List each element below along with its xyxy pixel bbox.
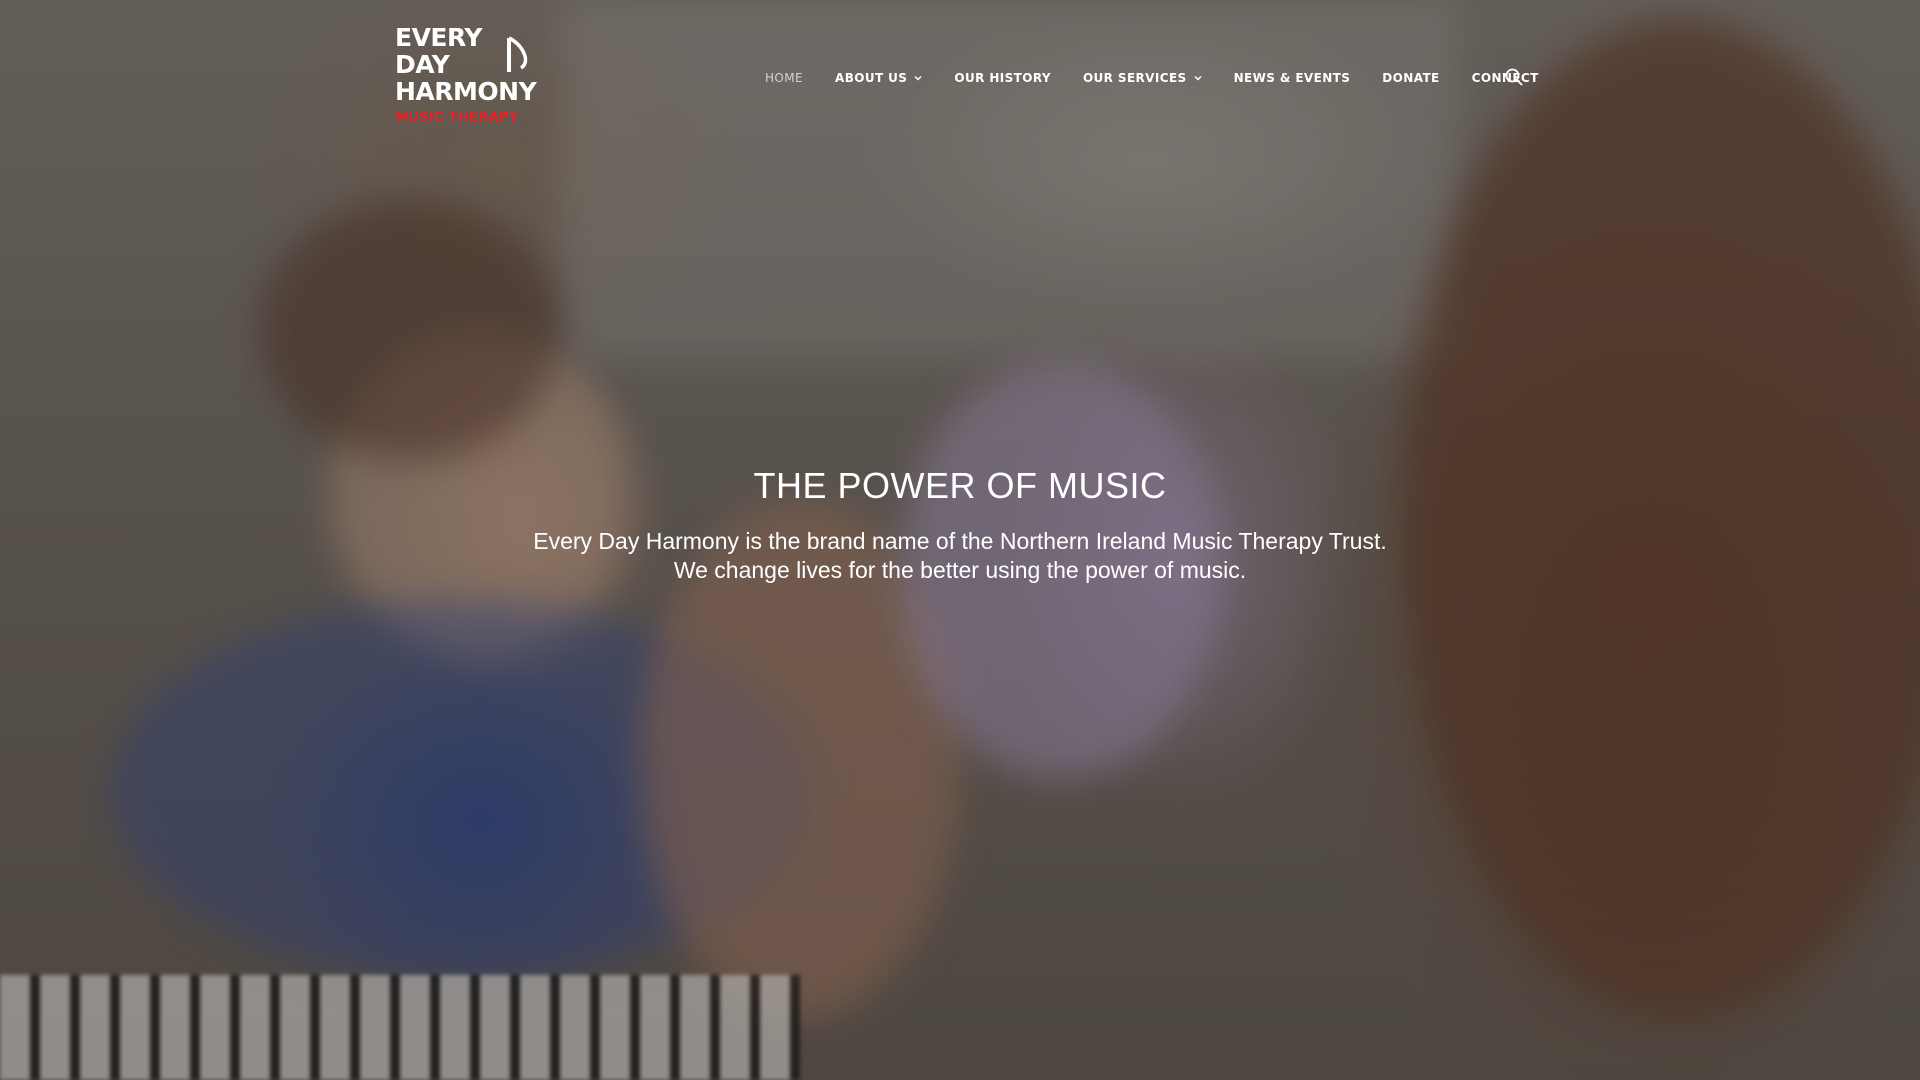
- nav-item-donate[interactable]: DONATE: [1382, 71, 1439, 85]
- search-button[interactable]: [1504, 67, 1524, 87]
- nav-item-label: ABOUT US: [835, 71, 908, 85]
- main-navigation: HOME ABOUT US OUR HISTORY OUR SERVICES N…: [765, 67, 1571, 89]
- nav-item-home[interactable]: HOME: [765, 71, 803, 85]
- hero-description-line2: We change lives for the better using the…: [673, 557, 1247, 583]
- hero-description-line1: Every Day Harmony is the brand name of t…: [533, 528, 1387, 554]
- hero-title: THE POWER OF MUSIC: [753, 465, 1167, 506]
- nav-item-label: OUR HISTORY: [954, 71, 1051, 85]
- logo-line-day: DAY: [395, 50, 450, 79]
- nav-item-label: OUR SERVICES: [1082, 71, 1187, 85]
- hero-content: THE POWER OF MUSIC Every Day Harmony is …: [0, 465, 1920, 585]
- site-logo[interactable]: EVERY DAY HARMONY MUSIC THERAPY: [395, 24, 560, 128]
- chevron-down-icon: [914, 75, 922, 81]
- nav-item-news-events[interactable]: NEWS & EVENTS: [1234, 71, 1351, 85]
- hero-section: EVERY DAY HARMONY MUSIC THERAPY HOME ABO…: [0, 0, 1920, 1080]
- logo-subtitle: MUSIC THERAPY: [395, 110, 519, 125]
- logo-line-every: EVERY: [395, 23, 483, 52]
- logo-line-harmony: HARMONY: [395, 77, 537, 106]
- search-icon: [1505, 68, 1523, 86]
- chevron-down-icon: [1194, 75, 1202, 81]
- site-header: EVERY DAY HARMONY MUSIC THERAPY HOME ABO…: [0, 0, 1920, 150]
- nav-item-label: DONATE: [1382, 71, 1440, 85]
- nav-item-about-us[interactable]: ABOUT US: [835, 71, 922, 85]
- hero-description: Every Day Harmony is the brand name of t…: [0, 527, 1920, 585]
- nav-item-our-history[interactable]: OUR HISTORY: [954, 71, 1051, 85]
- nav-item-label: NEWS & EVENTS: [1233, 71, 1351, 85]
- nav-item-our-services[interactable]: OUR SERVICES: [1083, 71, 1202, 85]
- music-note-icon: [507, 36, 528, 72]
- nav-item-label: HOME: [765, 71, 804, 85]
